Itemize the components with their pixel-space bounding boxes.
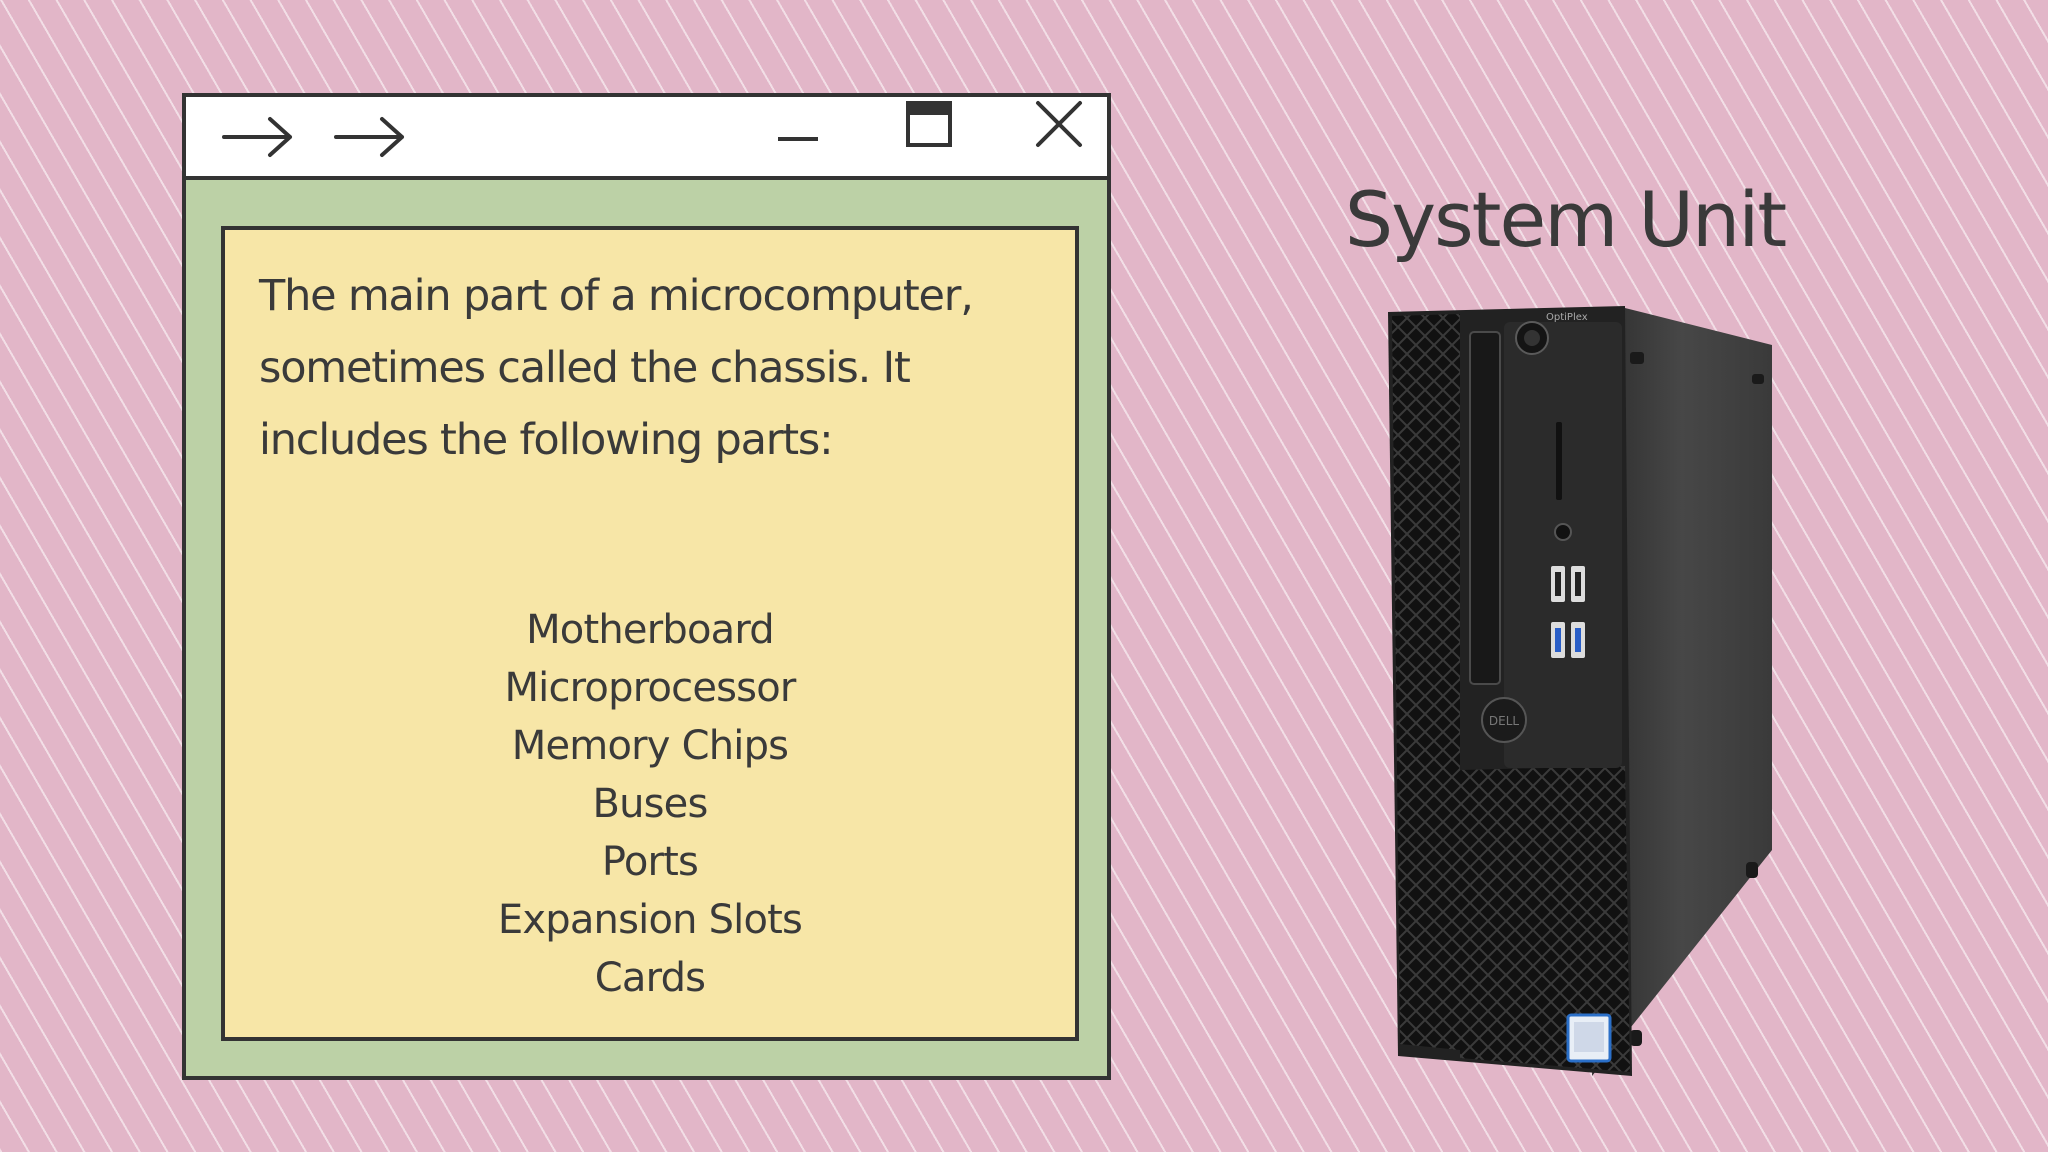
list-item: Cards [594,955,706,1001]
intro-text: The main part of a microcomputer, someti… [259,271,974,465]
minimize-icon[interactable] [776,131,820,143]
list-item: Memory Chips [511,723,789,769]
slide-title: System Unit [1344,175,1787,264]
browser-window: The main part of a microcomputer, someti… [182,93,1111,1080]
list-item: Microprocessor [504,665,796,711]
list-item: Ports [601,839,699,885]
list-item: Motherboard [526,607,775,653]
desktop-computer-image: OptiPlex DELL [1380,300,1780,1084]
parts-list: Motherboard Microprocessor Memory Chips … [225,601,1075,1007]
arrow-right-icon[interactable] [222,115,294,159]
window-titlebar [186,97,1107,180]
svg-text:OptiPlex: OptiPlex [1546,312,1588,323]
content-panel: The main part of a microcomputer, someti… [221,226,1079,1041]
list-item: Expansion Slots [497,897,803,943]
arrow-right-icon[interactable] [334,115,406,159]
close-icon[interactable] [1034,99,1084,149]
svg-text:DELL: DELL [1489,714,1520,728]
list-item: Buses [592,781,708,827]
maximize-icon[interactable] [906,101,952,147]
